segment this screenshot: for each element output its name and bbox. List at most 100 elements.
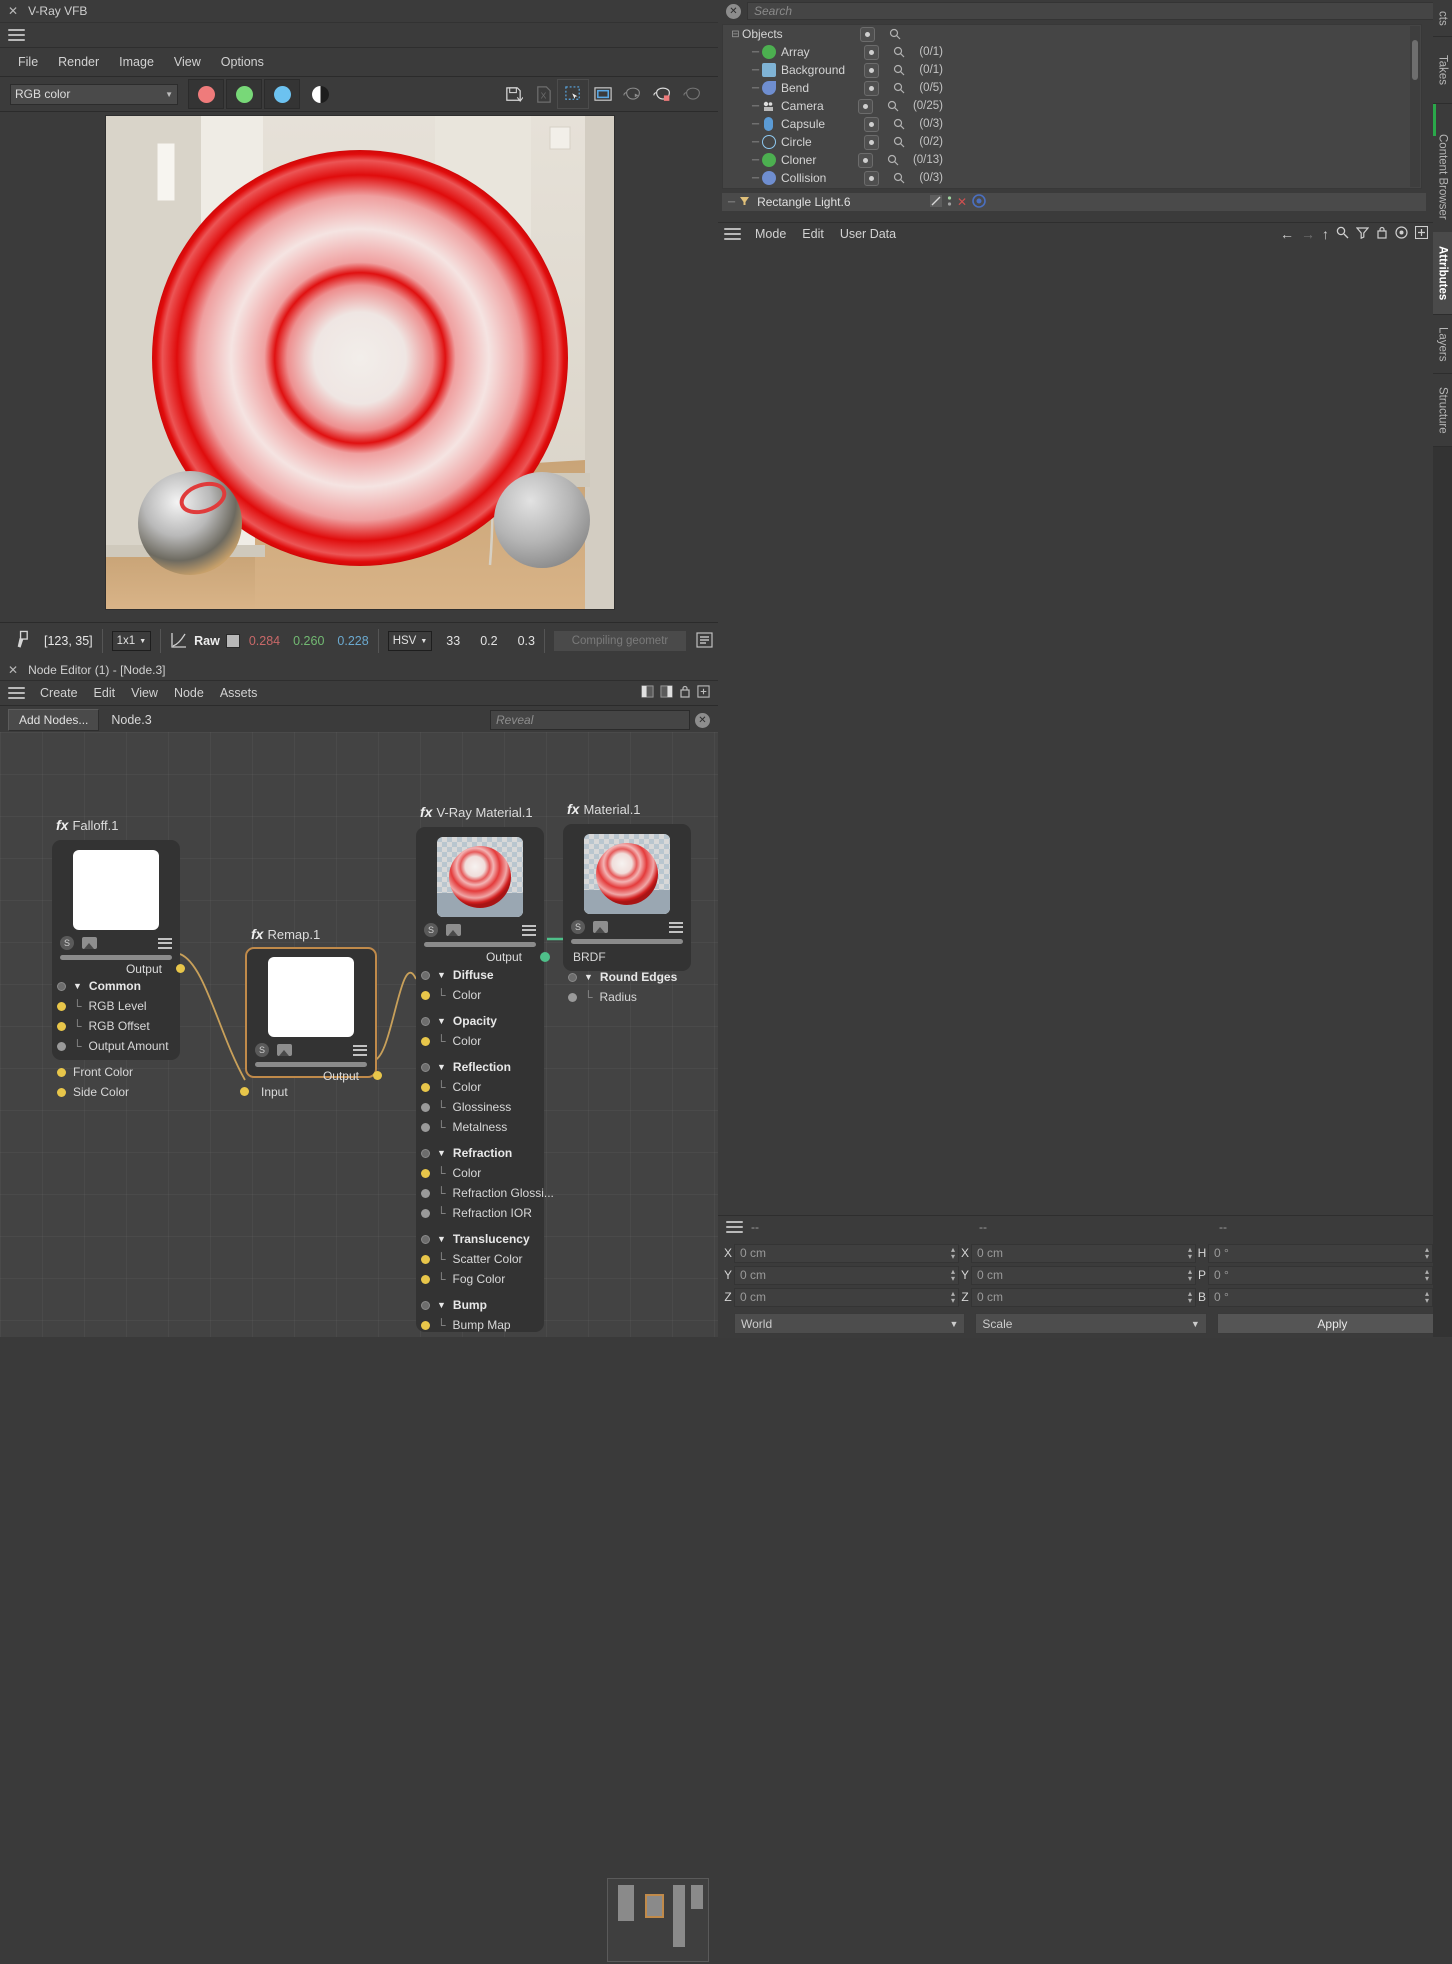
port-opacity-color[interactable] [421,1036,430,1046]
size-mode-select[interactable]: Scale ▼ [975,1313,1207,1334]
visibility-icon[interactable] [864,116,880,132]
size-y-input[interactable]: 0 cm ▴ ▾ [971,1265,1196,1285]
shader-icon[interactable]: S [571,920,585,934]
hamburger-icon[interactable] [8,684,25,702]
port-refraction[interactable] [421,1148,430,1158]
tree-row-circle[interactable]: ─ Circle (0/2) [723,133,1421,151]
vtab-objects[interactable]: cts [1433,0,1452,37]
apply-button[interactable]: Apply [1216,1313,1449,1334]
menu-item-edit[interactable]: Edit [796,225,830,243]
search-icon[interactable] [889,28,901,40]
port-common[interactable] [57,981,66,991]
search-icon[interactable] [893,172,905,184]
add-icon[interactable] [1414,225,1429,242]
port-translucency[interactable] [421,1234,430,1244]
hamburger-icon[interactable] [726,1218,743,1236]
port-bump-map[interactable] [421,1320,430,1330]
node-material[interactable]: fx Material.1 S BRDF ▼ Round Edges └ Radius [563,801,691,1004]
clear-reveal-icon[interactable]: ✕ [695,712,710,728]
visibility-icon[interactable] [864,170,880,186]
search-input[interactable]: Search [747,2,1444,20]
list-icon[interactable] [669,919,683,935]
image-icon[interactable] [82,937,97,949]
render-teapot-icon[interactable] [618,80,648,108]
visibility-dots-icon[interactable] [947,195,952,210]
lock-icon[interactable] [679,685,691,701]
clear-image-icon[interactable]: X [528,80,558,108]
search-icon[interactable] [887,100,899,112]
object-manager-tree[interactable]: ⊟ Objects ─ Array (0/1) ─ Background (0/1) ─… [722,24,1422,189]
port-falloff-output[interactable] [176,964,185,973]
add-nodes-button[interactable]: Add Nodes... [8,709,100,731]
port-reflection-color[interactable] [421,1082,430,1092]
tree-row-cloner[interactable]: ─ Cloner (0/13) [723,151,1421,169]
vtab-attributes[interactable]: Attributes [1433,232,1452,315]
menu-item-create[interactable]: Create [33,684,85,702]
port-rgb-level[interactable] [57,1001,66,1011]
port-refraction-color[interactable] [421,1168,430,1178]
vtab-layers[interactable]: Layers [1433,315,1452,374]
search-icon[interactable] [893,136,905,148]
region-select-icon[interactable] [557,79,589,109]
menu-item-image[interactable]: Image [111,52,162,72]
edit-icon[interactable] [929,194,942,210]
tree-row-array[interactable]: ─ Array (0/1) [723,43,1421,61]
close-icon[interactable]: ✕ [957,195,967,209]
shader-icon[interactable]: S [60,936,74,950]
left-panel-toggle-icon[interactable] [641,685,654,701]
node-falloff[interactable]: fx Falloff.1 S Output ▼ Common └ RGB Level … [52,817,185,1099]
forward-arrow-icon[interactable]: → [1301,226,1315,242]
menu-item-mode[interactable]: Mode [749,225,792,243]
menu-item-view[interactable]: View [124,684,165,702]
port-output-amount[interactable] [57,1041,66,1051]
port-front-color[interactable] [57,1067,66,1077]
menu-item-render[interactable]: Render [50,52,107,72]
right-panel-toggle-icon[interactable] [660,685,673,701]
red-channel-button[interactable] [188,79,224,109]
image-icon[interactable] [277,1044,292,1056]
node-vray-material[interactable]: fx V-Ray Material.1 S Output ▼ Diffuse └… [416,804,554,1332]
node-remap[interactable]: fx Remap.1 S Output Input [240,926,382,1099]
reveal-input[interactable]: Reveal [490,710,690,730]
close-icon[interactable]: ✕ [8,5,18,17]
position-x-input[interactable]: 0 cm ▴ ▾ [734,1243,959,1263]
rotation-b-input[interactable]: 0 ° ▴ ▾ [1208,1287,1433,1307]
target-icon[interactable] [1395,226,1408,242]
log-panel-icon[interactable] [696,631,713,651]
expand-toggle-icon[interactable]: ⊟ [729,29,742,40]
maximize-icon[interactable] [697,685,710,701]
port-metalness[interactable] [421,1122,430,1132]
node-graph-canvas[interactable]: fx Falloff.1 S Output ▼ Common └ RGB Level … [0,732,718,1337]
coord-system-select[interactable]: World ▼ [734,1313,966,1334]
green-channel-button[interactable] [226,79,262,109]
port-remap-output[interactable] [373,1071,382,1080]
shader-icon[interactable]: S [255,1043,269,1057]
size-z-input[interactable]: 0 cm ▴ ▾ [971,1287,1196,1307]
clear-search-icon[interactable]: ✕ [726,3,741,19]
tree-row-camera[interactable]: ─ Camera (0/25) [723,97,1421,115]
zoom-level-select[interactable]: 1x1 ▼ [111,631,152,651]
menu-item-options[interactable]: Options [213,52,272,72]
search-icon[interactable] [887,154,899,166]
tree-row-background[interactable]: ─ Background (0/1) [723,61,1421,79]
stop-render-icon[interactable] [678,80,708,108]
rotation-h-input[interactable]: 0 ° ▴ ▾ [1208,1243,1433,1263]
visibility-icon[interactable] [860,26,875,42]
vtab-structure[interactable]: Structure [1433,374,1452,447]
port-fog-color[interactable] [421,1274,430,1284]
menu-item-node[interactable]: Node [167,684,211,702]
search-icon[interactable] [893,82,905,94]
list-icon[interactable] [353,1042,367,1058]
position-y-input[interactable]: 0 cm ▴ ▾ [734,1265,959,1285]
menu-item-assets[interactable]: Assets [213,684,265,702]
port-radius[interactable] [568,992,577,1002]
search-icon[interactable] [893,118,905,130]
save-image-icon[interactable] [498,80,528,108]
search-icon[interactable] [1336,226,1349,242]
node-editor-minimap[interactable] [607,1878,709,1962]
menu-item-edit[interactable]: Edit [87,684,123,702]
target-icon[interactable] [972,193,986,211]
search-icon[interactable] [893,46,905,58]
up-arrow-icon[interactable]: ↑ [1322,226,1329,242]
port-diffuse-color[interactable] [421,990,430,1000]
